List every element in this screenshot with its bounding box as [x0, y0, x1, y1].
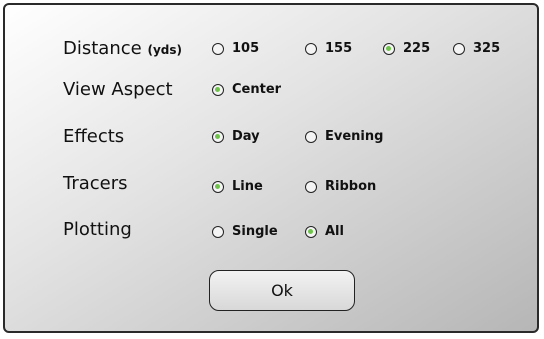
distance-option-325[interactable]: 325 [453, 41, 500, 56]
effects-label: Effects [63, 126, 125, 147]
tracers-option-ribbon[interactable]: Ribbon [305, 179, 376, 194]
view-aspect-label: View Aspect [63, 79, 173, 100]
ok-button[interactable]: Ok [209, 270, 355, 311]
radio-single[interactable] [212, 225, 224, 238]
distance-option-155[interactable]: 155 [305, 41, 352, 56]
settings-dialog: Distance (yds) 105 155 225 325 View Aspe… [3, 3, 539, 333]
radio-325[interactable] [453, 42, 465, 55]
tracers-label: Tracers [63, 173, 128, 194]
radio-line[interactable] [212, 180, 224, 193]
radio-105[interactable] [212, 42, 224, 55]
distance-units-label: (yds) [147, 43, 182, 57]
distance-option-105[interactable]: 105 [212, 41, 259, 56]
effects-option-evening[interactable]: Evening [305, 129, 383, 144]
plotting-label: Plotting [63, 219, 132, 240]
plotting-option-single[interactable]: Single [212, 224, 278, 239]
radio-all[interactable] [305, 225, 317, 238]
radio-155[interactable] [305, 42, 317, 55]
distance-option-225[interactable]: 225 [383, 41, 430, 56]
distance-label: Distance (yds) [63, 38, 182, 59]
plotting-option-all[interactable]: All [305, 224, 344, 239]
tracers-option-line[interactable]: Line [212, 179, 263, 194]
radio-day[interactable] [212, 130, 224, 143]
radio-225[interactable] [383, 42, 395, 55]
radio-ribbon[interactable] [305, 180, 317, 193]
effects-option-day[interactable]: Day [212, 129, 260, 144]
radio-center[interactable] [212, 83, 224, 96]
view-aspect-option-center[interactable]: Center [212, 82, 281, 97]
radio-evening[interactable] [305, 130, 317, 143]
